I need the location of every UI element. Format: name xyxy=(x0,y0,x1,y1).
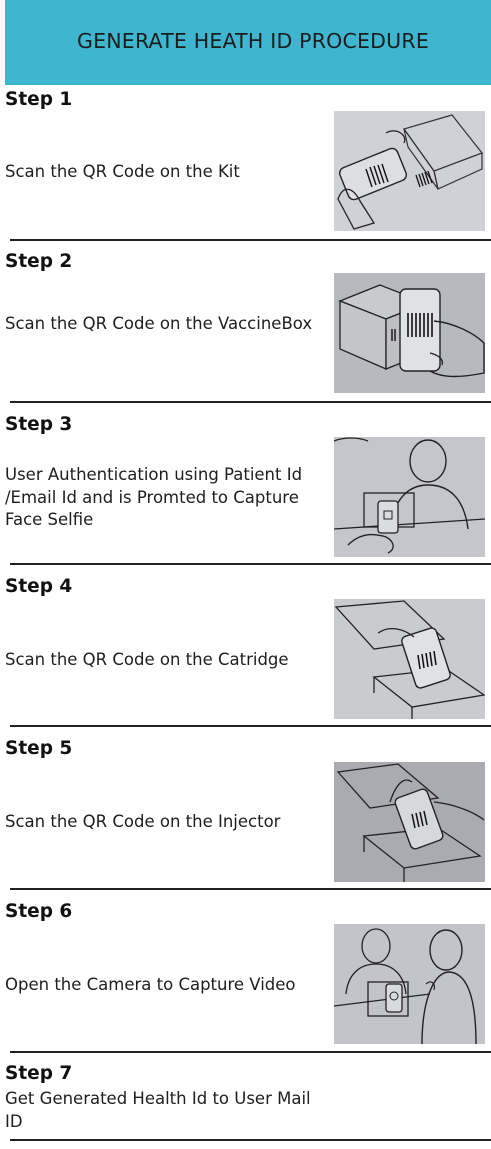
step-4-description: Scan the QR Code on the Catridge xyxy=(5,650,289,669)
step-7-description: Get Generated Health Id to User Mail ID xyxy=(5,1089,311,1131)
step-2-divider xyxy=(10,401,491,403)
step-1-description: Scan the QR Code on the Kit xyxy=(5,162,240,181)
step-6-description: Open the Camera to Capture Video xyxy=(5,975,296,994)
step-3-illustration xyxy=(334,437,485,557)
step-7-divider xyxy=(10,1139,491,1141)
step-4-title: Step 4 xyxy=(5,576,73,597)
step-5-description: Scan the QR Code on the Injector xyxy=(5,812,281,831)
step-1-divider xyxy=(10,239,491,241)
step-4-divider xyxy=(10,725,491,727)
step-7-title: Step 7 xyxy=(5,1063,73,1084)
step-1-title: Step 1 xyxy=(5,89,73,110)
step-3-description: User Authentication using Patient Id /Em… xyxy=(5,465,303,529)
step-3-divider xyxy=(10,563,491,565)
step-1-illustration xyxy=(334,111,485,231)
page-title: GENERATE HEATH ID PROCEDURE xyxy=(77,28,429,53)
step-2-title: Step 2 xyxy=(5,251,73,272)
step-5-divider xyxy=(10,888,491,890)
step-2-description: Scan the QR Code on the VaccineBox xyxy=(5,314,313,333)
step-5-illustration xyxy=(334,762,485,882)
step-6-title: Step 6 xyxy=(5,901,73,922)
step-4-illustration xyxy=(334,599,485,719)
step-6-illustration xyxy=(334,924,485,1044)
step-6-divider xyxy=(10,1051,491,1053)
step-2-illustration xyxy=(334,273,485,393)
page-header: GENERATE HEATH ID PROCEDURE xyxy=(5,0,491,85)
step-3-title: Step 3 xyxy=(5,414,73,435)
step-5-title: Step 5 xyxy=(5,738,73,759)
